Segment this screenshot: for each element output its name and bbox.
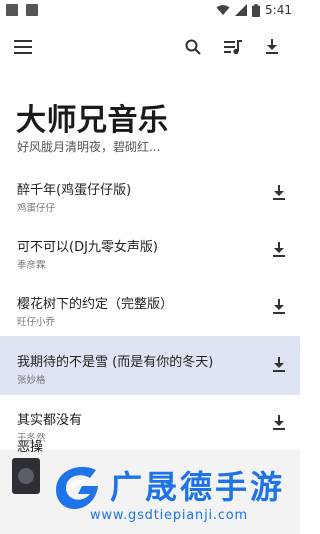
app-title: 大师兄音乐	[16, 103, 169, 138]
download-icon[interactable]	[260, 35, 284, 59]
song-row-active[interactable]: 我期待的不是雪 (而是有你的冬天) 张妙格	[0, 337, 300, 394]
notification-icon	[26, 4, 38, 16]
playlist-music-icon[interactable]	[221, 35, 245, 59]
download-icon[interactable]	[270, 414, 288, 432]
search-icon[interactable]	[181, 35, 205, 59]
song-title: 其实都没有	[17, 413, 83, 428]
song-title: 樱花树下的约定（完整版）	[17, 297, 174, 312]
watermark-url: www.gsdtiepianji.com	[90, 508, 249, 523]
menu-icon[interactable]	[11, 35, 35, 59]
song-title: 我期待的不是雪 (而是有你的冬天)	[17, 355, 214, 370]
song-artist: 张妙格	[17, 375, 46, 386]
song-artist: 季彦霖	[17, 260, 46, 271]
toolbar	[0, 32, 300, 62]
download-icon[interactable]	[270, 298, 288, 316]
song-title: 醉千年(鸡蛋仔仔版)	[17, 183, 132, 198]
song-title: 恶操	[17, 440, 44, 455]
download-icon[interactable]	[270, 184, 288, 202]
song-row[interactable]: 醉千年(鸡蛋仔仔版) 鸡蛋仔仔	[0, 165, 300, 222]
notification-icon	[6, 4, 18, 16]
battery-icon	[252, 3, 261, 17]
song-artist: 旺仔小乔	[17, 317, 56, 328]
watermark: 广晟德手游 www.gsdtiepianji.com	[50, 460, 300, 534]
song-row[interactable]: 可不可以(DJ九零女声版) 季彦霖	[0, 222, 300, 279]
song-row[interactable]: 樱花树下的约定（完整版） 旺仔小乔	[0, 279, 300, 336]
watermark-name: 广晟德手游	[110, 468, 286, 506]
signal-icon	[235, 4, 248, 16]
wifi-icon	[216, 5, 230, 15]
status-time: 5:41	[265, 3, 292, 17]
album-cover	[12, 458, 40, 494]
watermark-logo-icon	[56, 466, 98, 510]
song-artist: 鸡蛋仔仔	[17, 203, 56, 214]
song-row[interactable]: 其实都没有 于冬然	[0, 395, 300, 452]
app-subtitle: 好风胧月清明夜，碧砌红...	[17, 140, 161, 154]
download-icon[interactable]	[270, 356, 288, 374]
song-title: 可不可以(DJ九零女声版)	[17, 240, 158, 255]
download-icon[interactable]	[270, 241, 288, 259]
status-bar: 5:41	[0, 0, 300, 24]
